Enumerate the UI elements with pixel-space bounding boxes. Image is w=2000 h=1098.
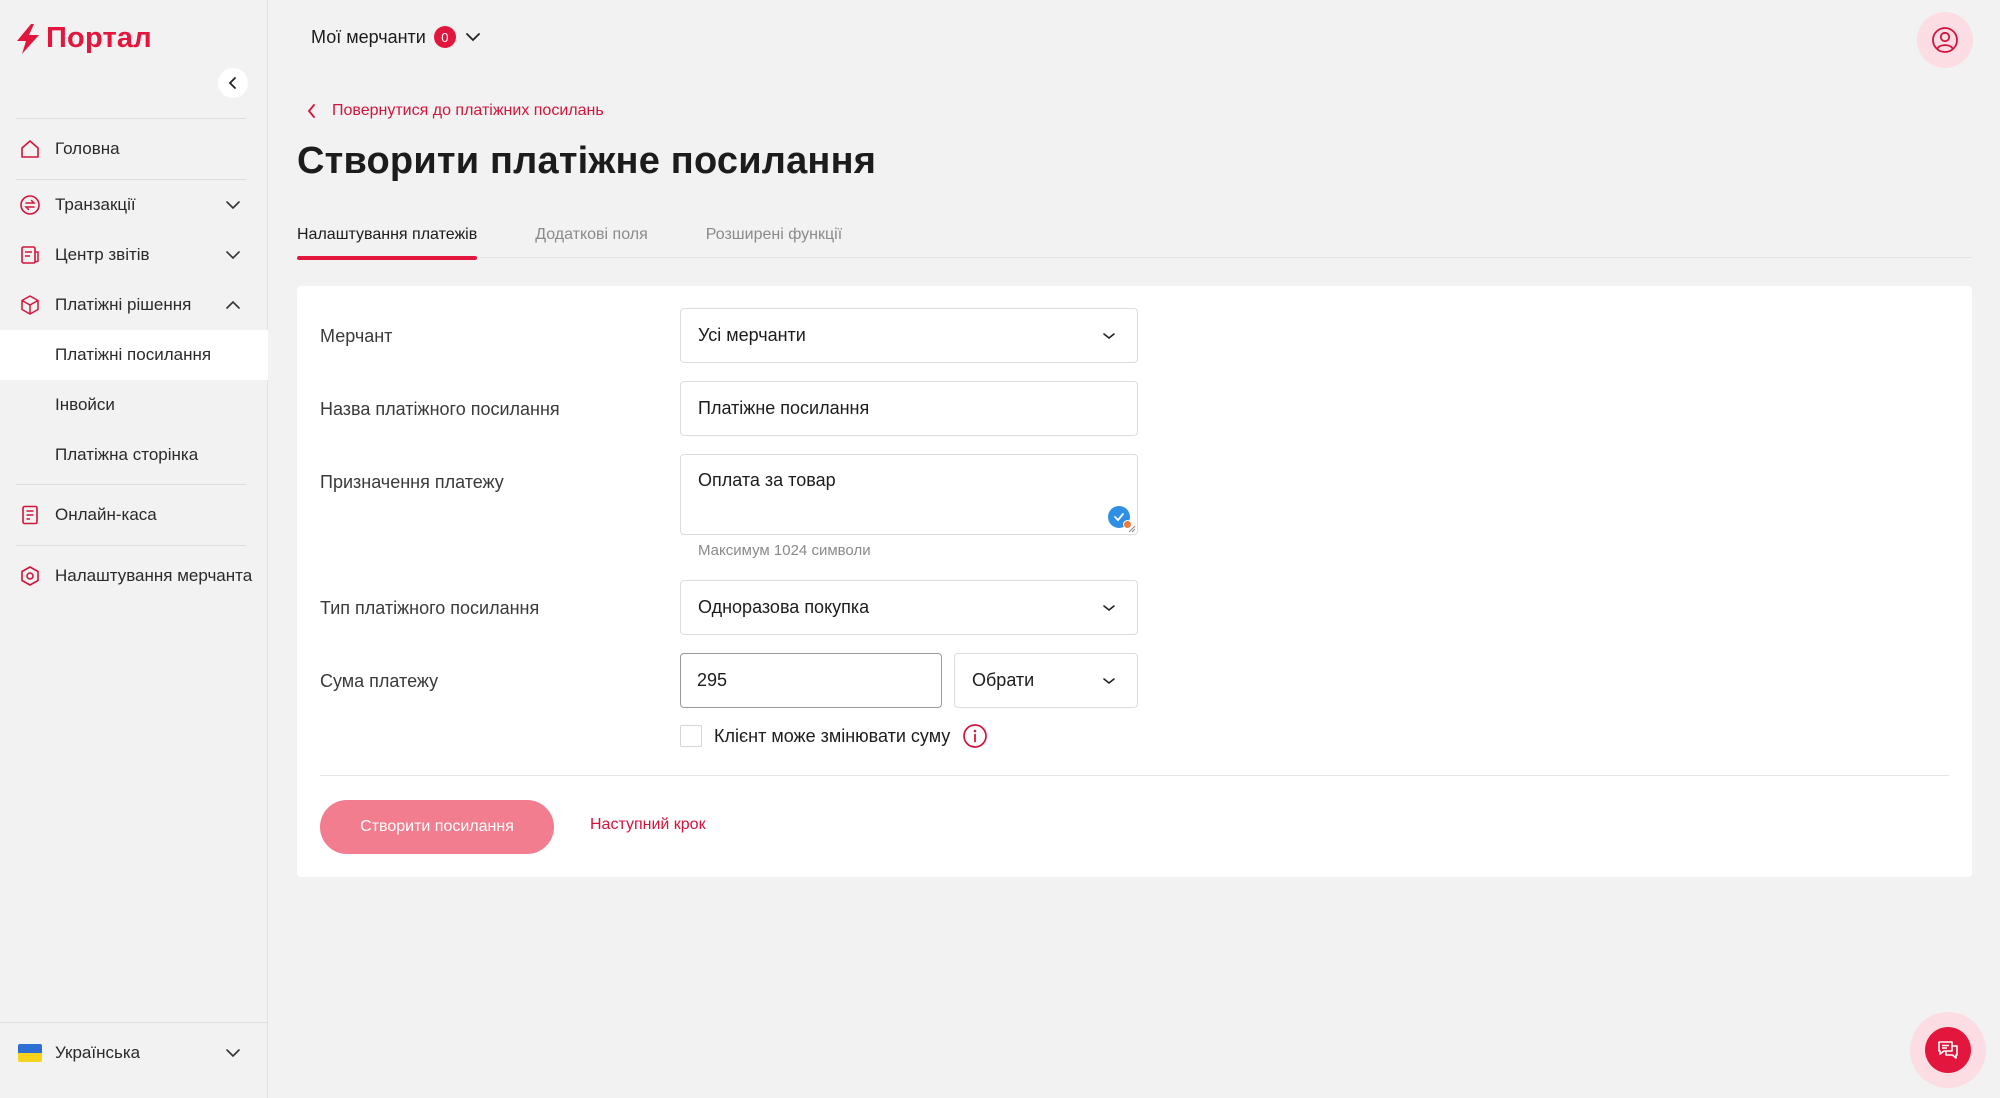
sidebar-item-reports[interactable]: Центр звітів [0, 230, 268, 280]
chevron-down-icon [226, 1048, 240, 1057]
sidebar-item-label: Платіжні рішення [55, 295, 192, 314]
tab-payment-settings[interactable]: Налаштування платежів [297, 226, 478, 260]
language-selector[interactable]: Українська [0, 1022, 268, 1082]
resize-handle-icon[interactable] [1128, 525, 1136, 533]
link-type-select[interactable]: Одноразова покупка [680, 580, 1138, 635]
back-to-payment-links-link[interactable]: Повернутися до платіжних посилань [306, 102, 604, 120]
sidebar-item-label: Транзакції [55, 195, 136, 214]
chevron-down-icon [226, 201, 240, 210]
sidebar-item-label: Онлайн-каса [55, 505, 157, 524]
sidebar-item-merchant-settings[interactable]: Налаштування мерчанта [0, 546, 268, 606]
tab-advanced-features[interactable]: Розширені функції [706, 226, 842, 258]
sidebar-subitem-payment-links[interactable]: Платіжні посилання [0, 330, 268, 380]
sidebar-item-label: Центр звітів [55, 245, 150, 264]
my-merchants-dropdown[interactable]: Мої мерчанти 0 [311, 26, 482, 48]
link-type-value: Одноразова покупка [698, 597, 870, 617]
merchant-select[interactable]: Усі мерчанти [680, 308, 1138, 363]
tab-additional-fields[interactable]: Додаткові поля [535, 226, 648, 258]
client-can-change-amount-label: Клієнт може змінювати суму [714, 725, 951, 746]
receipt-icon [18, 503, 42, 527]
chevron-down-icon [1103, 332, 1115, 339]
next-step-link[interactable]: Наступний крок [590, 816, 706, 834]
info-icon[interactable] [962, 723, 988, 749]
currency-value: Обрати [972, 670, 1035, 690]
sidebar-item-online-cashier[interactable]: Онлайн-каса [0, 485, 268, 545]
reports-icon [18, 243, 42, 267]
merchant-label: Мерчант [320, 326, 393, 346]
language-label: Українська [55, 1042, 141, 1062]
sidebar: Портал Головна Транзакції Центр звітів П… [0, 0, 268, 1098]
collapse-sidebar-button[interactable] [218, 68, 248, 98]
create-link-button[interactable]: Створити посилання [320, 800, 554, 854]
chevron-left-icon [307, 104, 315, 118]
exchange-icon [18, 193, 42, 217]
purpose-hint: Максимум 1024 символи [698, 542, 871, 559]
sidebar-nav: Головна Транзакції Центр звітів Платіжні… [0, 118, 268, 606]
client-can-change-amount-checkbox[interactable] [680, 725, 702, 747]
logo[interactable]: Портал [14, 22, 152, 55]
chevron-down-icon [226, 251, 240, 260]
purpose-label: Призначення платежу [320, 472, 504, 492]
chevron-down-icon [1103, 677, 1115, 684]
grammar-check-icon[interactable] [1108, 506, 1132, 529]
support-chat-button[interactable] [1910, 1012, 1986, 1088]
merchants-count-badge: 0 [433, 26, 456, 48]
payment-link-form: Мерчант Усі мерчанти Назва платіжного по… [297, 286, 1972, 877]
link-name-value: Платіжне посилання [698, 398, 870, 418]
purpose-textarea[interactable]: Оплата за товар [680, 454, 1138, 535]
tabs: Налаштування платежів Додаткові поля Роз… [297, 226, 1972, 260]
user-profile-button[interactable] [1917, 12, 1973, 68]
amount-input[interactable]: 295 [680, 653, 942, 708]
lightning-icon [17, 23, 39, 54]
settings-icon [18, 564, 42, 588]
sidebar-subitem-payment-page[interactable]: Платіжна сторінка [0, 430, 268, 480]
client-can-change-amount-row: Клієнт може змінювати суму [680, 723, 988, 749]
form-divider [320, 775, 1949, 776]
amount-label: Сума платежу [320, 671, 439, 691]
home-icon [18, 137, 42, 161]
cube-icon [18, 293, 42, 317]
user-icon [1932, 27, 1958, 53]
currency-select[interactable]: Обрати [954, 653, 1138, 708]
chat-button-inner [1925, 1027, 1971, 1073]
chevron-down-icon [465, 33, 480, 42]
language-selector-wrap: Українська [0, 1022, 268, 1098]
sidebar-item-label: Налаштування мерчанта [55, 566, 253, 585]
sidebar-item-home[interactable]: Головна [0, 119, 268, 179]
chevron-up-icon [226, 300, 240, 309]
brand-name: Портал [46, 22, 152, 54]
chevron-left-icon [228, 77, 236, 89]
link-name-label: Назва платіжного посилання [320, 399, 560, 419]
back-link-label: Повернутися до платіжних посилань [332, 102, 604, 119]
sidebar-subitem-invoices[interactable]: Інвойси [0, 380, 268, 430]
link-type-label: Тип платіжного посилання [320, 598, 540, 618]
amount-value: 295 [697, 670, 728, 690]
sidebar-item-payment-solutions[interactable]: Платіжні рішення [0, 280, 268, 330]
chevron-down-icon [1103, 604, 1115, 611]
ukraine-flag-icon [18, 1043, 42, 1062]
merchant-select-value: Усі мерчанти [698, 325, 806, 345]
sidebar-item-transactions[interactable]: Транзакції [0, 180, 268, 230]
my-merchants-label: Мої мерчанти [311, 26, 426, 47]
sidebar-item-label: Головна [55, 139, 120, 158]
link-name-input[interactable]: Платіжне посилання [680, 381, 1138, 436]
page-title: Створити платіжне посилання [297, 140, 877, 182]
chat-icon [1938, 1041, 1958, 1059]
purpose-value: Оплата за товар [698, 470, 836, 490]
